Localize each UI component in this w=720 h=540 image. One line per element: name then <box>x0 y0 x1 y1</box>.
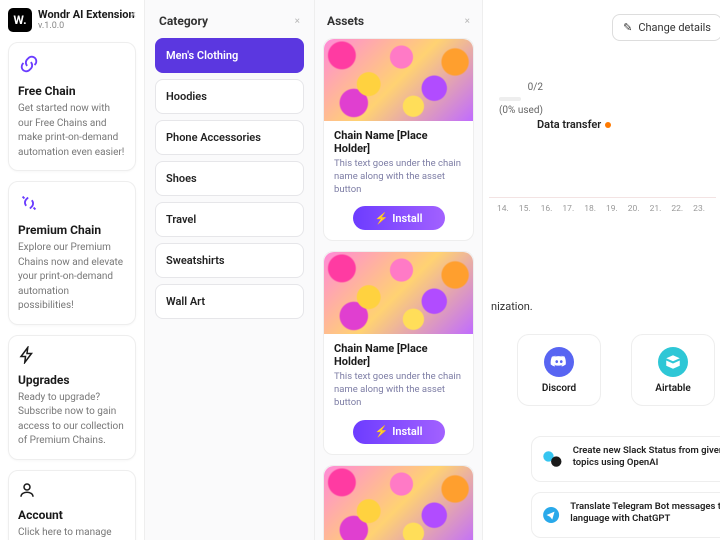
brand-version: v.1.0.0 <box>38 21 135 31</box>
template-snippets: Create new Slack Status from given topic… <box>531 436 720 538</box>
progress-fraction: 0/2 <box>499 82 543 93</box>
data-transfer-label: Data transfer <box>537 118 611 131</box>
template-text: Create new Slack Status from given topic… <box>573 445 720 470</box>
sidebar-card-premium-chain[interactable]: Premium Chain Explore our Premium Chains… <box>8 181 136 325</box>
close-icon[interactable]: × <box>295 16 300 27</box>
card-title: Premium Chain <box>18 223 126 237</box>
sidebar-card-account[interactable]: Account Click here to manage your accoun… <box>8 470 136 540</box>
install-label: Install <box>392 212 422 225</box>
chain-broken-icon <box>18 192 126 217</box>
close-icon[interactable]: × <box>130 8 136 21</box>
asset-card: Chain Name [Place Holder] This text goes… <box>323 38 474 241</box>
integration-label: Airtable <box>655 383 690 394</box>
data-transfer-chart: 14. 15. 16. 17. 18. 19. 20. 21. 22. 23. <box>489 140 716 214</box>
card-desc: Get started now with our Free Chains and… <box>18 102 126 160</box>
truncated-text: nization. <box>491 300 533 313</box>
person-icon <box>18 481 126 502</box>
assets-title: Assets <box>327 14 364 28</box>
chart-ticks: 14. 15. 16. 17. 18. 19. 20. 21. 22. 23. <box>497 204 712 214</box>
install-label: Install <box>392 425 422 438</box>
close-icon[interactable]: × <box>465 16 470 27</box>
card-desc: Click here to manage your account detail… <box>18 526 126 540</box>
category-item-hoodies[interactable]: Hoodies <box>155 79 304 114</box>
brand-logo: W. <box>8 8 32 32</box>
category-panel: Category × Men's Clothing Hoodies Phone … <box>145 0 315 540</box>
usage-progress: 0/2 (0% used) <box>499 82 543 116</box>
asset-card: Chain Name [Place Holder] This text goes… <box>323 251 474 454</box>
asset-title: Chain Name [Place Holder] <box>334 129 463 155</box>
sidebar-card-upgrades[interactable]: Upgrades Ready to upgrade? Subscribe now… <box>8 335 136 460</box>
integration-airtable[interactable]: Airtable <box>631 334 715 406</box>
background-app: ✎ Change details 0/2 (0% used) Data tran… <box>483 0 720 540</box>
progress-used: (0% used) <box>499 105 543 116</box>
asset-thumbnail <box>324 252 473 334</box>
change-details-label: Change details <box>638 21 711 34</box>
category-item-shoes[interactable]: Shoes <box>155 161 304 196</box>
extension-header: W. Wondr AI Extension v.1.0.0 × <box>8 8 136 32</box>
integrations-row: Discord Airtable <box>517 334 715 406</box>
install-button[interactable]: ⚡ Install <box>353 206 445 230</box>
asset-thumbnail <box>324 39 473 121</box>
card-title: Account <box>18 508 126 522</box>
asset-title: Chain Name [Place Holder] <box>334 342 463 368</box>
airtable-icon <box>658 347 688 377</box>
card-title: Upgrades <box>18 373 126 387</box>
discord-icon <box>544 347 574 377</box>
sidebar-card-free-chain[interactable]: Free Chain Get started now with our Free… <box>8 42 136 171</box>
asset-card: Chain Name [Place Holder] This text goes… <box>323 465 474 540</box>
asset-thumbnail <box>324 466 473 540</box>
chain-icon <box>18 53 126 78</box>
asset-desc: This text goes under the chain name alon… <box>334 371 463 409</box>
slack-openai-icon <box>542 445 563 473</box>
telegram-icon <box>542 501 560 529</box>
category-item-wall-art[interactable]: Wall Art <box>155 284 304 319</box>
card-title: Free Chain <box>18 84 126 98</box>
category-item-mens-clothing[interactable]: Men's Clothing <box>155 38 304 73</box>
status-dot-icon <box>605 122 611 128</box>
install-button[interactable]: ⚡ Install <box>353 420 445 444</box>
category-item-phone-accessories[interactable]: Phone Accessories <box>155 120 304 155</box>
category-item-sweatshirts[interactable]: Sweatshirts <box>155 243 304 278</box>
bolt-icon <box>18 346 126 367</box>
template-item[interactable]: Create new Slack Status from given topic… <box>531 436 720 482</box>
asset-desc: This text goes under the chain name alon… <box>334 158 463 196</box>
card-desc: Ready to upgrade? Subscribe now to gain … <box>18 391 126 449</box>
category-list: Men's Clothing Hoodies Phone Accessories… <box>155 38 304 319</box>
progress-bar <box>499 97 521 101</box>
category-item-travel[interactable]: Travel <box>155 202 304 237</box>
integration-label: Discord <box>542 383 576 394</box>
bolt-icon: ⚡ <box>375 212 389 225</box>
assets-panel: Assets × Chain Name [Place Holder] This … <box>315 0 483 540</box>
template-item[interactable]: Translate Telegram Bot messages to any l… <box>531 492 720 538</box>
pencil-icon: ✎ <box>623 21 632 34</box>
card-desc: Explore our Premium Chains now and eleva… <box>18 241 126 314</box>
sidebar: W. Wondr AI Extension v.1.0.0 × Free Cha… <box>0 0 145 540</box>
template-text: Translate Telegram Bot messages to any l… <box>570 501 720 526</box>
integration-discord[interactable]: Discord <box>517 334 601 406</box>
change-details-button[interactable]: ✎ Change details <box>612 14 720 41</box>
bolt-icon: ⚡ <box>375 425 389 438</box>
category-title: Category <box>159 14 208 28</box>
brand-title: Wondr AI Extension <box>38 8 135 21</box>
